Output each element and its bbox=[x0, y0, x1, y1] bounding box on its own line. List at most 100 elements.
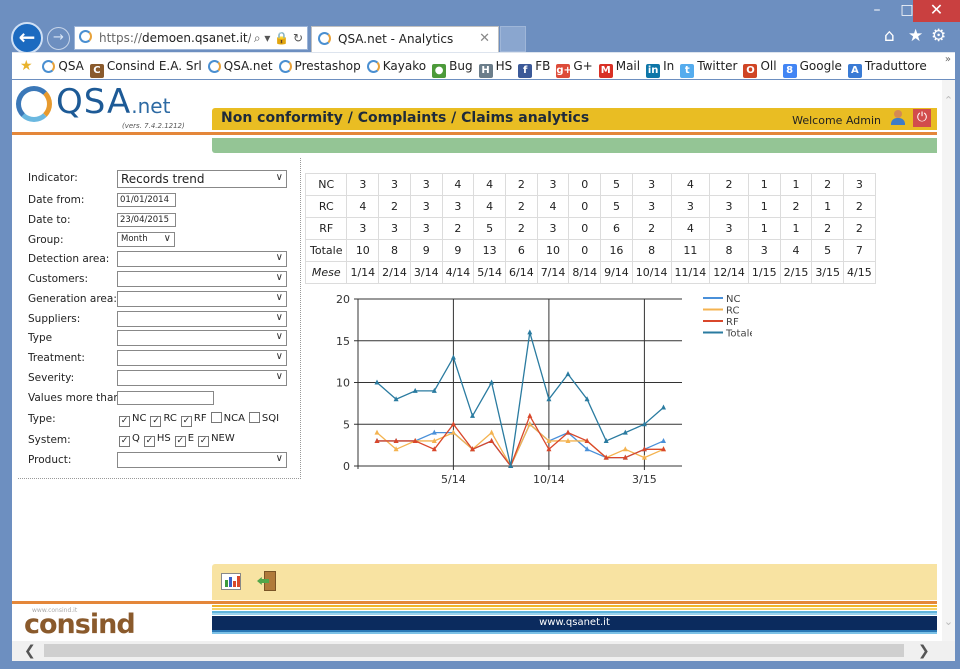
forward-button[interactable]: → bbox=[47, 27, 70, 50]
back-arrow-icon: ← bbox=[18, 25, 36, 49]
checkbox-q[interactable]: ✓ bbox=[119, 436, 130, 447]
checkbox-e[interactable]: ✓ bbox=[174, 436, 186, 447]
favorite-in[interactable]: in In bbox=[646, 53, 674, 79]
detection-area-select[interactable]: ∨ bbox=[117, 251, 287, 267]
filter-customers: Customers: ∨ bbox=[28, 271, 298, 289]
new-tab-button[interactable] bbox=[500, 26, 526, 52]
exit-button[interactable] bbox=[257, 571, 277, 591]
date-from-input[interactable]: 01/01/2014 bbox=[117, 193, 176, 207]
favorite-qsa[interactable]: QSA bbox=[42, 53, 84, 79]
generation-area-select[interactable]: ∨ bbox=[117, 291, 287, 307]
favorites-star-icon[interactable]: ★ bbox=[908, 26, 923, 46]
favorite-label: HS bbox=[495, 59, 513, 73]
tab-analytics[interactable]: QSA.net - Analytics ✕ bbox=[311, 26, 499, 52]
tab-close-icon[interactable]: ✕ bbox=[479, 27, 490, 51]
table-cell: 2 bbox=[504, 173, 538, 196]
checkbox-rf[interactable]: ✓ bbox=[180, 416, 192, 427]
googleplus-icon: g+ bbox=[556, 64, 572, 78]
table-cell: 2 bbox=[504, 195, 538, 218]
checkbox-nca[interactable] bbox=[210, 412, 222, 423]
favorite-g-[interactable]: g+G+ bbox=[556, 53, 593, 79]
filter-date-to: Date to: 23/04/2015 bbox=[28, 212, 298, 230]
table-cell: 2 bbox=[843, 195, 876, 218]
table-cell: 11/14 bbox=[670, 261, 711, 284]
filter-values-more-than: Values more than: bbox=[28, 390, 298, 408]
horizontal-scrollbar[interactable]: ❮ ❯ bbox=[12, 641, 955, 661]
table-row: RC 4 2 3 3 4 2 4 0 5 3 3 3 1 2 1 2 bbox=[304, 195, 876, 218]
scroll-up-icon[interactable]: ⌃ bbox=[942, 94, 955, 107]
favorite-traduttore[interactable]: A Traduttore bbox=[847, 53, 927, 79]
values-more-than-input[interactable] bbox=[117, 391, 214, 405]
bottom-toolbar bbox=[212, 564, 937, 600]
type-select[interactable]: ∨ bbox=[117, 330, 287, 346]
favorite-qsa-net[interactable]: QSA.net bbox=[207, 53, 273, 79]
checkbox-sqi[interactable] bbox=[248, 412, 260, 423]
favorite-oll[interactable]: O Oll bbox=[743, 53, 777, 79]
checkbox-hs[interactable]: ✓ bbox=[143, 436, 155, 447]
favorite-hs[interactable]: H HS bbox=[478, 53, 513, 79]
favorite-google[interactable]: 8 Google bbox=[782, 53, 842, 79]
data-point-totale bbox=[450, 354, 456, 360]
chart-view-button[interactable] bbox=[221, 573, 241, 590]
scroll-left-icon[interactable]: ❮ bbox=[24, 641, 36, 661]
favorite-mail[interactable]: M Mail bbox=[598, 53, 640, 79]
logo-suffix: .net bbox=[131, 94, 171, 118]
suppliers-select[interactable]: ∨ bbox=[117, 311, 287, 327]
minimize-button[interactable]: – bbox=[862, 0, 892, 22]
close-window-button[interactable]: ✕ bbox=[913, 0, 960, 22]
header-divider bbox=[12, 132, 937, 135]
table-cell: 9 bbox=[441, 239, 475, 262]
severity-select[interactable]: ∨ bbox=[117, 370, 287, 386]
settings-gear-icon[interactable]: ⚙ bbox=[931, 26, 946, 46]
group-select[interactable]: Month ∨ bbox=[117, 232, 175, 247]
table-cell: 8 bbox=[631, 239, 672, 262]
table-cell: 4 bbox=[441, 173, 475, 196]
product-select[interactable]: ∨ bbox=[117, 452, 287, 468]
favorite-kayako[interactable]: Kayako bbox=[366, 53, 426, 79]
table-cell: 7 bbox=[843, 239, 876, 262]
checkbox-label: NC bbox=[132, 413, 147, 424]
back-button[interactable]: ← bbox=[11, 22, 43, 54]
user-icon[interactable] bbox=[891, 110, 905, 126]
y-tick-label: 10 bbox=[336, 377, 350, 390]
logo-name: QSA bbox=[56, 82, 132, 122]
checkbox-rc[interactable]: ✓ bbox=[150, 416, 162, 427]
scroll-down-icon[interactable]: ⌄ bbox=[942, 615, 955, 628]
treatment-select[interactable]: ∨ bbox=[117, 350, 287, 366]
favorite-fb[interactable]: f FB bbox=[518, 53, 550, 79]
footer-url-link[interactable]: www.qsanet.it bbox=[539, 617, 610, 628]
table-cell: 3 bbox=[409, 217, 443, 240]
chevron-down-icon: ∨ bbox=[275, 312, 283, 323]
scroll-right-icon[interactable]: ❯ bbox=[918, 641, 930, 661]
checkbox-nc[interactable]: ✓ bbox=[119, 416, 130, 427]
address-tools-icons[interactable]: ⌕ ▾ 🔒 ↻ bbox=[250, 27, 303, 49]
table-cell: 6/14 bbox=[504, 261, 538, 284]
filter-date-from: Date from: 01/01/2014 bbox=[28, 192, 298, 210]
favorites-bar: ★ QSA C Consind E.A. Srl QSA.net Prestashop K… bbox=[12, 52, 955, 79]
favorite-twitter[interactable]: t Twitter bbox=[680, 53, 737, 79]
logout-power-button[interactable]: ⏻ bbox=[913, 109, 931, 127]
table-cell: 2/15 bbox=[779, 261, 813, 284]
horizontal-scroll-thumb[interactable] bbox=[44, 644, 904, 657]
table-cell: 2 bbox=[709, 173, 749, 196]
favorites-more-icon[interactable]: » bbox=[945, 53, 951, 73]
vertical-scrollbar[interactable]: ⌃ ⌄ bbox=[942, 80, 955, 641]
favorites-add-icon[interactable]: ★ bbox=[20, 53, 33, 79]
table-cell: 12/14 bbox=[709, 261, 749, 284]
table-cell: 5/14 bbox=[473, 261, 506, 284]
favorite-label: Oll bbox=[760, 59, 777, 73]
customers-select[interactable]: ∨ bbox=[117, 271, 287, 287]
table-cell: 1/14 bbox=[346, 261, 380, 284]
home-icon[interactable]: ⌂ bbox=[884, 26, 895, 46]
favorite-label: G+ bbox=[573, 59, 593, 73]
date-to-input[interactable]: 23/04/2015 bbox=[117, 213, 176, 227]
ie-icon bbox=[366, 60, 380, 73]
favorite-prestashop[interactable]: Prestashop bbox=[278, 53, 361, 79]
address-bar[interactable]: https://demoen.qsanet.it/pA ⌕ ▾ 🔒 ↻ bbox=[74, 26, 308, 50]
favorite-consind-e-a-srl[interactable]: C Consind E.A. Srl bbox=[89, 53, 202, 79]
ie-icon bbox=[207, 60, 221, 73]
indicator-select[interactable]: Records trend ∨ bbox=[117, 170, 287, 188]
severity-label: Severity: bbox=[28, 372, 75, 384]
favorite-bug[interactable]: ● Bug bbox=[432, 53, 473, 79]
checkbox-new[interactable]: ✓ bbox=[198, 436, 210, 447]
